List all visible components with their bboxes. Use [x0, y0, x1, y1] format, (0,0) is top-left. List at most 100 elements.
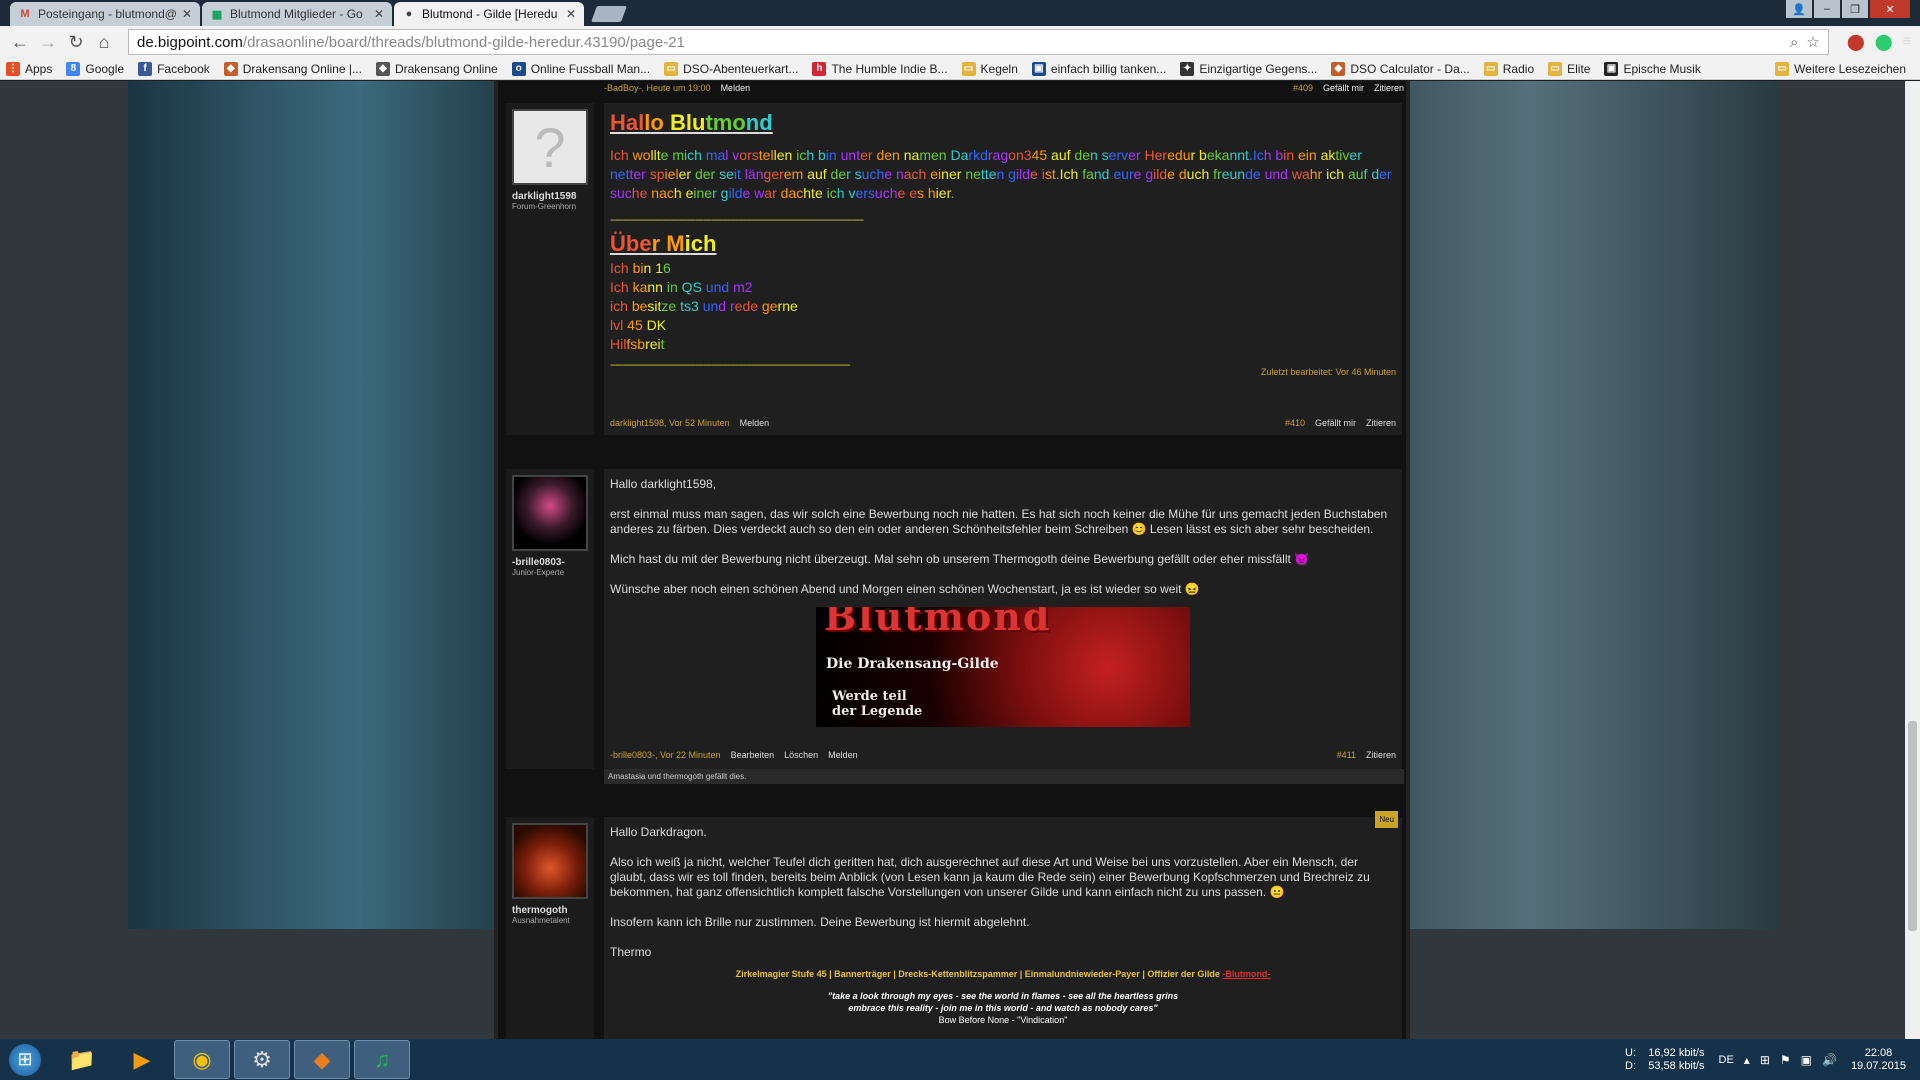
browser-toolbar: ← → ↻ ⌂ de.bigpoint.com/drasaonline/boar… — [0, 26, 1920, 58]
post-darklight1598: ? darklight1598 Forum-Greenhorn Hallo Bl… — [506, 103, 1406, 435]
post-number[interactable]: #410 — [1285, 416, 1305, 431]
quote-link[interactable]: Zitieren — [1366, 748, 1396, 763]
report-link[interactable]: Melden — [721, 83, 751, 93]
username[interactable]: -brille0803- — [512, 557, 588, 568]
post-author-date[interactable]: -brille0803-, Vor 22 Minuten — [610, 748, 721, 763]
close-window-button[interactable]: ✕ — [1870, 0, 1910, 18]
post-signoff: Thermo — [610, 945, 652, 959]
taskbar-media-player[interactable]: ▶ — [114, 1040, 170, 1079]
address-bar[interactable]: de.bigpoint.com/drasaonline/board/thread… — [128, 29, 1829, 55]
tab-sheets[interactable]: ▦ Blutmond Mitglieder - Go ✕ — [202, 2, 392, 26]
username[interactable]: darklight1598 — [512, 191, 588, 202]
quote-link[interactable]: Zitieren — [1366, 416, 1396, 431]
bookmark-radio[interactable]: ▭ Radio — [1483, 61, 1534, 76]
report-link[interactable]: Melden — [828, 748, 858, 763]
post-number[interactable]: #411 — [1337, 748, 1356, 763]
signature-quote: embrace this reality - join me in this w… — [848, 1003, 1158, 1013]
taskbar-spotify[interactable]: ♫ — [354, 1040, 410, 1079]
avatar[interactable] — [512, 475, 588, 551]
avatar[interactable]: ? — [512, 109, 588, 185]
signature: Zirkelmagier Stufe 45 | Bannerträger | D… — [610, 968, 1396, 1026]
edit-link[interactable]: Bearbeiten — [731, 748, 775, 763]
window-controls: 👤 – ❐ ✕ — [1784, 0, 1910, 18]
bookmark-gegens[interactable]: ✦ Einzigartige Gegens... — [1180, 61, 1317, 76]
report-link[interactable]: Melden — [740, 416, 770, 431]
post-paragraph: Insofern kann ich Brille nur zustimmen. … — [610, 915, 1030, 929]
drakensang-icon: ◆ — [223, 61, 238, 76]
home-icon[interactable]: ⌂ — [92, 32, 116, 53]
like-link[interactable]: Gefällt mir — [1323, 83, 1364, 93]
new-tab-button[interactable] — [591, 6, 627, 22]
page-scrollbar[interactable] — [1905, 81, 1920, 1039]
close-icon[interactable]: ✕ — [182, 7, 192, 21]
signature-quote: "take a look through my eyes - see the w… — [827, 991, 1179, 1001]
bookmark-facebook[interactable]: f Facebook — [138, 61, 210, 76]
about-line: Ich bin 16 — [610, 260, 671, 276]
ofm-icon: o — [511, 61, 526, 76]
post-thermogoth: thermogoth Ausnahmetalent Neu Hallo Dark… — [506, 811, 1406, 1039]
network-icon[interactable]: ▣ — [1801, 1053, 1812, 1067]
close-icon[interactable]: ✕ — [374, 7, 384, 21]
post-greeting: Hallo darklight1598, — [610, 477, 717, 491]
adblock-icon[interactable]: ⬤ — [1847, 32, 1865, 52]
bookmark-dso-karte[interactable]: ▭ DSO-Abenteuerkart... — [664, 61, 798, 76]
taskbar-chrome[interactable]: ◉ — [174, 1040, 230, 1079]
bookmark-tanken[interactable]: ▣ einfach billig tanken... — [1031, 61, 1166, 76]
bookmark-humble[interactable]: h The Humble Indie B... — [812, 61, 948, 76]
signature-guild-link[interactable]: -Blutmond- — [1222, 969, 1270, 979]
bookmark-more[interactable]: ▭ Weitere Lesezeichen — [1775, 61, 1906, 76]
tab-forum[interactable]: ● Blutmond - Gilde [Heredu ✕ — [394, 2, 584, 26]
folder-icon: ▭ — [664, 61, 679, 76]
bookmark-apps[interactable]: ⋮ Apps — [6, 61, 52, 76]
post-author-date[interactable]: darklight1598, Vor 52 Minuten — [610, 416, 730, 431]
extension-icon[interactable]: ⬤ — [1875, 32, 1893, 52]
menu-icon[interactable]: ≡ — [1903, 33, 1912, 51]
bookmark-elite[interactable]: ▭ Elite — [1548, 61, 1590, 76]
bookmark-drakensang-2[interactable]: ◆ Drakensang Online — [375, 61, 498, 76]
language-indicator[interactable]: DE — [1719, 1054, 1734, 1066]
folder-icon: ▭ — [1483, 61, 1498, 76]
music-icon: ▣ — [1604, 61, 1619, 76]
user-rank: Junior-Experte — [512, 568, 565, 577]
rainbow-paragraph: Ich wollte mich mal vorstellen ich bin u… — [610, 147, 1392, 201]
taskbar-drakensang[interactable]: ◆ — [294, 1040, 350, 1079]
flag-icon[interactable]: ⚑ — [1780, 1053, 1791, 1067]
url-domain: de.bigpoint.com — [137, 33, 243, 51]
bookmark-kegeln[interactable]: ▭ Kegeln — [961, 61, 1018, 76]
star-icon[interactable]: ☆ — [1806, 33, 1819, 51]
post-author-date[interactable]: -BadBoy-, Heute um 19:00 — [604, 83, 711, 93]
tab-gmail[interactable]: M Posteingang - blutmond@ ✕ — [10, 2, 200, 26]
reload-icon[interactable]: ↻ — [64, 32, 88, 53]
avatar[interactable] — [512, 823, 588, 899]
maximize-button[interactable]: ❐ — [1842, 0, 1868, 18]
bookmark-epische-musik[interactable]: ▣ Epische Musik — [1604, 61, 1701, 76]
post-number[interactable]: #409 — [1293, 83, 1313, 93]
clock[interactable]: 22:08 19.07.2015 — [1851, 1047, 1906, 1073]
volume-icon[interactable]: 🔊 — [1822, 1053, 1837, 1067]
windows-update-icon[interactable]: ⊞ — [1760, 1053, 1770, 1067]
chevron-up-icon[interactable]: ▴ — [1744, 1053, 1750, 1067]
username[interactable]: thermogoth — [512, 905, 588, 916]
quote-link[interactable]: Zitieren — [1374, 83, 1404, 93]
scrollbar-thumb[interactable] — [1908, 721, 1917, 931]
delete-link[interactable]: Löschen — [784, 748, 818, 763]
back-icon[interactable]: ← — [8, 32, 32, 53]
like-link[interactable]: Gefällt mir — [1315, 416, 1356, 431]
bookmark-drakensang-1[interactable]: ◆ Drakensang Online |... — [223, 61, 362, 76]
close-icon[interactable]: ✕ — [566, 7, 576, 21]
minimize-button[interactable]: – — [1814, 0, 1840, 18]
taskbar-explorer[interactable]: 📁 — [54, 1040, 110, 1079]
search-icon[interactable]: ⌕ — [1790, 34, 1798, 51]
taskbar-steam[interactable]: ⚙ — [234, 1040, 290, 1079]
banner-slogan: Werde teil der Legende — [832, 689, 923, 719]
post-sidebar: thermogoth Ausnahmetalent — [506, 817, 594, 1039]
bookmark-ofm[interactable]: o Online Fussball Man... — [511, 61, 650, 76]
about-line: lvl 45 DK — [610, 317, 667, 333]
forward-icon[interactable]: → — [36, 32, 60, 53]
google-icon: 8 — [66, 61, 81, 76]
start-button[interactable]: ⊞ — [0, 1039, 50, 1080]
user-icon[interactable]: 👤 — [1786, 0, 1812, 18]
post-paragraph: Mich hast du mit der Bewerbung nicht übe… — [610, 552, 1310, 566]
bookmark-dso-calc[interactable]: ◆ DSO Calculator - Da... — [1331, 61, 1470, 76]
bookmark-google[interactable]: 8 Google — [66, 61, 124, 76]
